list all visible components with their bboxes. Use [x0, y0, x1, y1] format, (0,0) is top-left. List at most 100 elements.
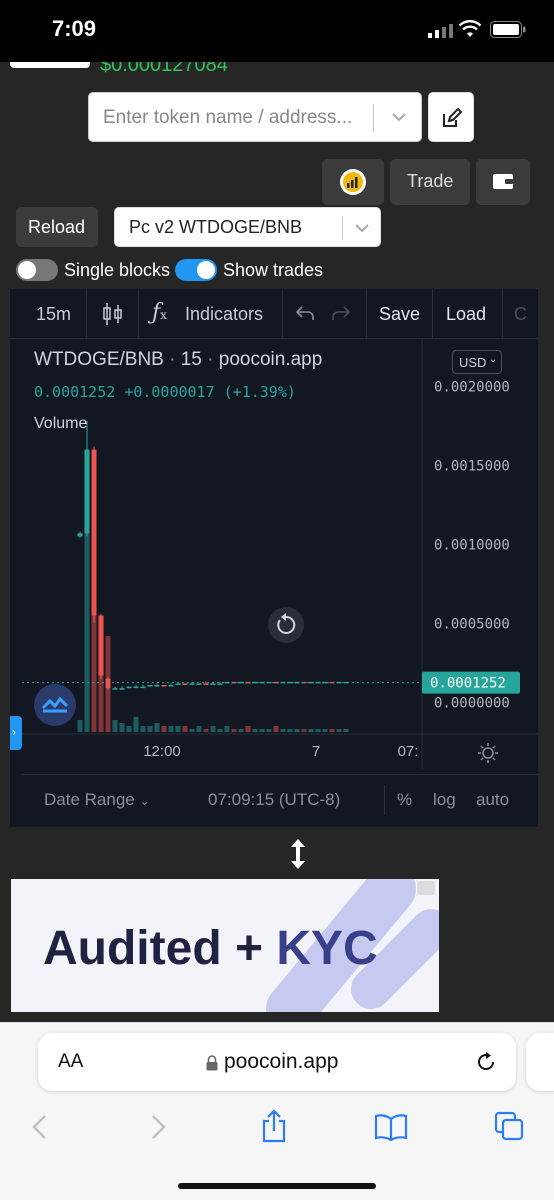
sidebar-expand-tab[interactable]: ›: [10, 716, 22, 750]
token-search-input[interactable]: Enter token name / address...: [88, 92, 422, 142]
date-range-button[interactable]: Date Range ⌄: [44, 790, 150, 810]
y-tick-label: 0.0000000: [434, 695, 510, 711]
volume-bar: [77, 720, 83, 732]
ad-banner[interactable]: Audited + KYC: [11, 879, 439, 1012]
tabs-icon[interactable]: [494, 1111, 524, 1141]
chart-clock: 07:09:15 (UTC-8): [208, 790, 341, 809]
percent-scale-button[interactable]: %: [397, 790, 412, 810]
bookmarks-icon[interactable]: [374, 1113, 408, 1141]
volume-bar: [308, 729, 314, 732]
volume-bar: [133, 717, 139, 732]
volume-bar: [203, 729, 209, 732]
reader-text-size-button[interactable]: AA: [58, 1051, 83, 1073]
reload-label: Reload: [28, 217, 86, 237]
save-button[interactable]: Save: [379, 304, 420, 325]
candle-body: [84, 449, 90, 534]
reload-button[interactable]: Reload: [16, 207, 98, 247]
settings-gear-icon[interactable]: [478, 743, 498, 763]
lock-icon: [206, 1055, 218, 1076]
trade-label: Trade: [407, 171, 454, 191]
auto-scale-button[interactable]: auto: [476, 790, 509, 810]
pair-select[interactable]: Pc v2 WTDOGE/BNB: [114, 207, 381, 247]
volume-bar: [224, 726, 230, 732]
toggle-knob: [18, 261, 36, 279]
bottom-divider: [384, 785, 385, 815]
volume-bar: [231, 729, 237, 732]
url-text[interactable]: poocoin.app: [224, 1050, 338, 1074]
wallet-button[interactable]: [476, 159, 530, 205]
candle-body: [175, 683, 181, 686]
next-tab-preview[interactable]: [526, 1033, 554, 1091]
interval-button[interactable]: 15m: [36, 304, 71, 325]
tradingview-chart-panel: 15m ƒx Indicators Save Load C 0.0020000 0…: [10, 289, 538, 827]
chevron-down-icon: ⌄: [139, 794, 150, 808]
candle-body: [189, 683, 195, 685]
toolbar-divider: [86, 289, 87, 339]
candle-body: [91, 449, 97, 616]
x-tick-label: 07:: [398, 743, 419, 760]
single-blocks-toggle[interactable]: [16, 259, 58, 281]
reload-page-icon[interactable]: [474, 1050, 498, 1074]
legend-separator: ·: [207, 349, 214, 370]
chart-view-button[interactable]: [322, 159, 384, 205]
status-bar: 7:09: [0, 0, 554, 62]
trade-button[interactable]: Trade: [390, 159, 470, 205]
volume-label: Volume: [34, 415, 88, 432]
show-trades-toggle[interactable]: [175, 259, 217, 281]
chart-legend: WTDOGE/BNB · 15 · poocoin.app: [34, 349, 322, 371]
forward-icon[interactable]: [148, 1113, 168, 1141]
undo-icon[interactable]: [294, 305, 316, 323]
volume-bar: [322, 729, 328, 732]
address-bar[interactable]: AA poocoin.app: [38, 1033, 516, 1091]
load-button[interactable]: Load: [446, 304, 486, 325]
volume-bar: [315, 729, 321, 732]
volume-bar: [217, 729, 223, 732]
toolbar-divider: [432, 289, 433, 339]
volume-bar: [329, 729, 335, 732]
redo-icon[interactable]: [330, 305, 352, 323]
ad-text-audited: Audited: [43, 922, 222, 975]
log-scale-button[interactable]: log: [433, 790, 456, 810]
price-chart[interactable]: 0.0020000 0.0015000 0.0010000 0.0005000 0.00…: [22, 339, 538, 769]
tradingview-logo-icon[interactable]: [34, 684, 76, 726]
currency-select[interactable]: USD ⌄: [452, 350, 502, 374]
input-divider: [373, 104, 374, 132]
candlestick-type-icon[interactable]: [102, 302, 124, 326]
select-divider: [342, 216, 343, 240]
candle-body: [196, 683, 202, 685]
volume-bar: [287, 729, 293, 732]
candle-body: [112, 688, 118, 690]
indicators-fx-icon[interactable]: ƒx: [152, 300, 167, 325]
chart-toolbar: 15m ƒx Indicators Save Load C: [10, 289, 538, 339]
legend-symbol: WTDOGE/BNB: [34, 349, 164, 370]
candle-body: [105, 678, 111, 689]
chart-area[interactable]: 0.0020000 0.0015000 0.0010000 0.0005000 0.00…: [22, 339, 538, 769]
home-indicator: [178, 1183, 376, 1189]
volume-bar: [252, 729, 258, 732]
y-tick-label: 0.0010000: [434, 537, 510, 553]
x-tick-label: 12:00: [143, 743, 181, 760]
site-logo[interactable]: [10, 62, 90, 68]
ad-info-icon[interactable]: [417, 881, 435, 895]
chevron-down-icon[interactable]: [389, 107, 409, 132]
candle-body: [154, 685, 160, 687]
edit-token-button[interactable]: [428, 92, 474, 142]
single-blocks-label: Single blocks: [64, 260, 171, 280]
reset-chart-button[interactable]: [268, 607, 304, 643]
resize-handle-icon[interactable]: [287, 837, 309, 871]
status-time: 7:09: [52, 16, 97, 41]
last-price-label: 0.0001252: [430, 676, 506, 692]
indicators-button[interactable]: Indicators: [185, 304, 263, 325]
edit-icon: [443, 107, 463, 127]
battery-icon: [490, 21, 526, 43]
volume-bar: [175, 726, 181, 732]
wifi-icon: [458, 20, 482, 43]
candle-body: [147, 685, 153, 687]
volume-bar: [84, 507, 90, 732]
share-icon[interactable]: [260, 1109, 288, 1143]
back-icon[interactable]: [30, 1113, 50, 1141]
currency-label: USD: [459, 355, 487, 370]
cellular-signal-icon: [428, 24, 454, 43]
candle-body: [182, 683, 188, 685]
toolbar-overflow-item[interactable]: C: [514, 304, 527, 325]
